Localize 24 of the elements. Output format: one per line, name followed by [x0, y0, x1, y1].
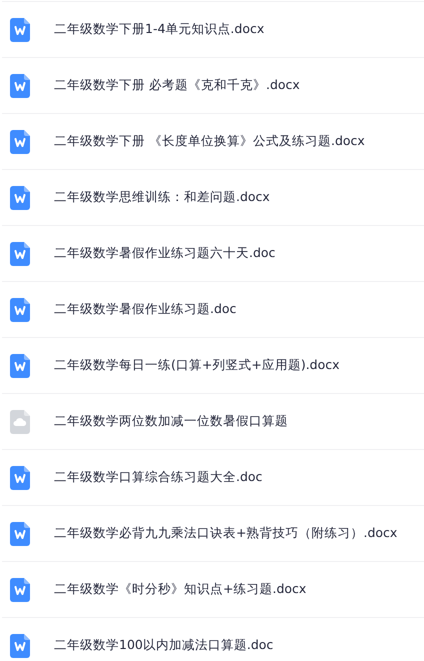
file-name[interactable]: 二年级数学下册1-4单元知识点.docx: [54, 21, 264, 38]
file-name[interactable]: 二年级数学《时分秒》知识点+练习题.docx: [54, 581, 306, 598]
word-document-icon: [10, 18, 30, 42]
word-document-icon: [10, 242, 30, 266]
file-name[interactable]: 二年级数学暑假作业练习题.doc: [54, 301, 236, 318]
file-name[interactable]: 二年级数学每日一练(口算+列竖式+应用题).docx: [54, 357, 340, 374]
file-name[interactable]: 二年级数学暑假作业练习题六十天.doc: [54, 245, 276, 262]
file-name[interactable]: 二年级数学必背九九乘法口诀表+熟背技巧（附练习）.docx: [54, 525, 398, 542]
file-name[interactable]: 二年级数学思维训练：和差问题.docx: [54, 189, 270, 206]
file-name[interactable]: 二年级数学100以内加减法口算题.doc: [54, 637, 274, 654]
word-document-icon: [10, 298, 30, 322]
word-document-icon: [10, 578, 30, 602]
file-name[interactable]: 二年级数学两位数加减一位数暑假口算题: [54, 413, 288, 430]
word-document-icon: [10, 634, 30, 658]
cloud-file-icon: [10, 410, 30, 434]
word-document-icon: [10, 130, 30, 154]
word-document-icon: [10, 74, 30, 98]
word-document-icon: [10, 354, 30, 378]
file-name[interactable]: 二年级数学下册 《长度单位换算》公式及练习题.docx: [54, 133, 365, 150]
file-name[interactable]: 二年级数学下册 必考题《克和千克》.docx: [54, 77, 300, 94]
word-document-icon: [10, 522, 30, 546]
file-name[interactable]: 二年级数学口算综合练习题大全.doc: [54, 469, 262, 486]
word-document-icon: [10, 466, 30, 490]
word-document-icon: [10, 186, 30, 210]
